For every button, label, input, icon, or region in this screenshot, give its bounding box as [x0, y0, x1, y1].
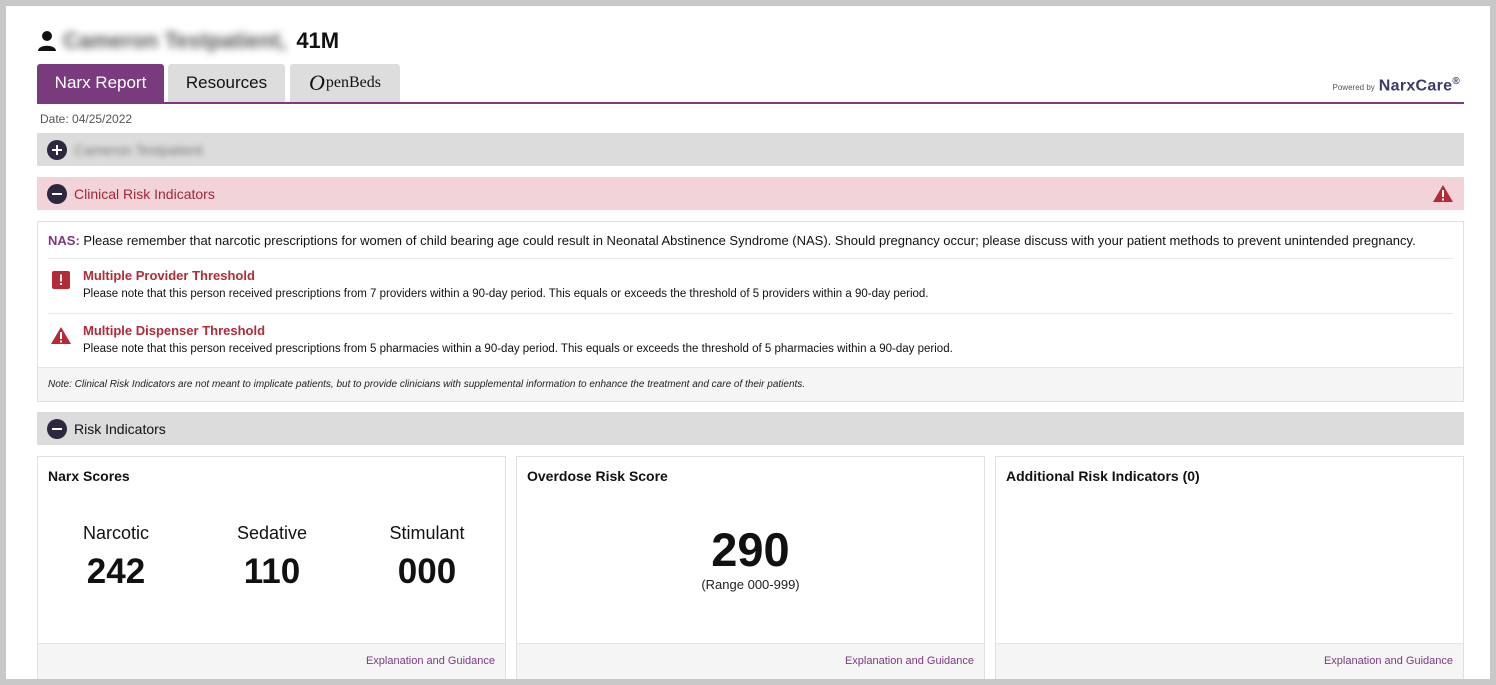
powered-by-label: Powered by: [1332, 83, 1375, 93]
warning-triangle-icon: [1433, 185, 1453, 202]
nas-label: NAS:: [48, 233, 80, 248]
collapse-icon[interactable]: [47, 418, 67, 439]
card-footer: Explanation and Guidance: [38, 643, 505, 679]
openbeds-logo-o: O: [309, 70, 325, 95]
patient-section-bar[interactable]: Cameron Testpatient: [37, 133, 1464, 166]
overdose-score-value: 290: [711, 523, 790, 576]
patient-name: Cameron Testpatient,: [63, 28, 287, 53]
additional-risk-card: Additional Risk Indicators (0) Explanati…: [995, 456, 1464, 679]
score-value: 110: [243, 552, 301, 591]
report-date: Date: 04/25/2022: [40, 112, 133, 126]
score-stimulant: Stimulant 000: [367, 523, 487, 592]
card-title: Additional Risk Indicators (0): [1006, 468, 1200, 484]
score-value: 000: [397, 552, 457, 591]
tab-narx-report[interactable]: Narx Report: [37, 64, 164, 102]
report-tabs: Narx Report Resources OpenBeds: [37, 64, 1464, 104]
explanation-guidance-link[interactable]: Explanation and Guidance: [1324, 655, 1453, 667]
patient-section-title: Cameron Testpatient: [74, 141, 203, 158]
score-label: Narcotic: [82, 523, 149, 543]
tab-label: penBeds: [325, 74, 381, 91]
clinical-note: Note: Clinical Risk Indicators are not m…: [48, 379, 806, 390]
indicator-title: Multiple Provider Threshold: [83, 268, 255, 283]
divider: [48, 313, 1453, 314]
overdose-score-range: (Range 000-999): [701, 577, 800, 592]
risk-indicators-title: Risk Indicators: [74, 420, 166, 437]
nas-message: NAS: Please remember that narcotic presc…: [48, 233, 1416, 248]
divider: [48, 258, 1453, 259]
tab-label: Narx Report: [54, 73, 147, 92]
patient-age-sex: 41M: [296, 28, 340, 53]
card-title: Narx Scores: [48, 468, 130, 484]
narx-scores-card: Narx Scores Narcotic 242 Sedative 110 St…: [37, 456, 506, 679]
clinical-risk-title: Clinical Risk Indicators: [74, 185, 215, 202]
report-frame: Cameron Testpatient, 41M Narx Report Res…: [6, 6, 1490, 679]
powered-by-narxcare: Powered by NarxCare®: [1333, 76, 1460, 95]
narxcare-logo: NarxCare®: [1379, 76, 1460, 95]
overdose-score: 290 (Range 000-999): [517, 523, 984, 592]
card-title: Overdose Risk Score: [527, 468, 668, 484]
clinical-risk-bar[interactable]: Clinical Risk Indicators: [37, 177, 1464, 210]
person-icon: [38, 31, 56, 51]
card-footer: Explanation and Guidance: [517, 643, 984, 679]
explanation-guidance-link[interactable]: Explanation and Guidance: [366, 655, 495, 667]
nas-text: Please remember that narcotic prescripti…: [83, 233, 1416, 248]
explanation-guidance-link[interactable]: Explanation and Guidance: [845, 655, 974, 667]
indicator-text: Please note that this person received pr…: [83, 343, 953, 355]
alert-square-icon: [52, 271, 70, 289]
indicator-title: Multiple Dispenser Threshold: [83, 323, 266, 338]
score-label: Stimulant: [389, 523, 465, 543]
collapse-icon[interactable]: [47, 183, 67, 204]
score-sedative: Sedative 110: [212, 523, 332, 592]
tab-resources[interactable]: Resources: [168, 64, 285, 102]
card-footer: Explanation and Guidance: [996, 643, 1463, 679]
overdose-risk-card: Overdose Risk Score 290 (Range 000-999) …: [516, 456, 985, 679]
patient-header: Cameron Testpatient, 41M: [37, 26, 339, 56]
risk-indicators-bar[interactable]: Risk Indicators: [37, 412, 1464, 445]
score-value: 242: [86, 552, 146, 591]
warning-triangle-icon: [51, 327, 71, 344]
score-label: Sedative: [236, 523, 308, 543]
tab-openbeds[interactable]: OpenBeds: [290, 64, 400, 102]
score-narcotic: Narcotic 242: [56, 523, 176, 592]
brand-reg: ®: [1452, 76, 1460, 87]
clinical-note-strip: Note: Clinical Risk Indicators are not m…: [38, 367, 1463, 401]
indicator-text: Please note that this person received pr…: [83, 288, 929, 300]
expand-icon[interactable]: [47, 139, 67, 160]
tab-label: Resources: [185, 73, 268, 92]
brand-name: NarxCare: [1378, 77, 1453, 95]
clinical-risk-panel: NAS: Please remember that narcotic presc…: [37, 221, 1464, 402]
